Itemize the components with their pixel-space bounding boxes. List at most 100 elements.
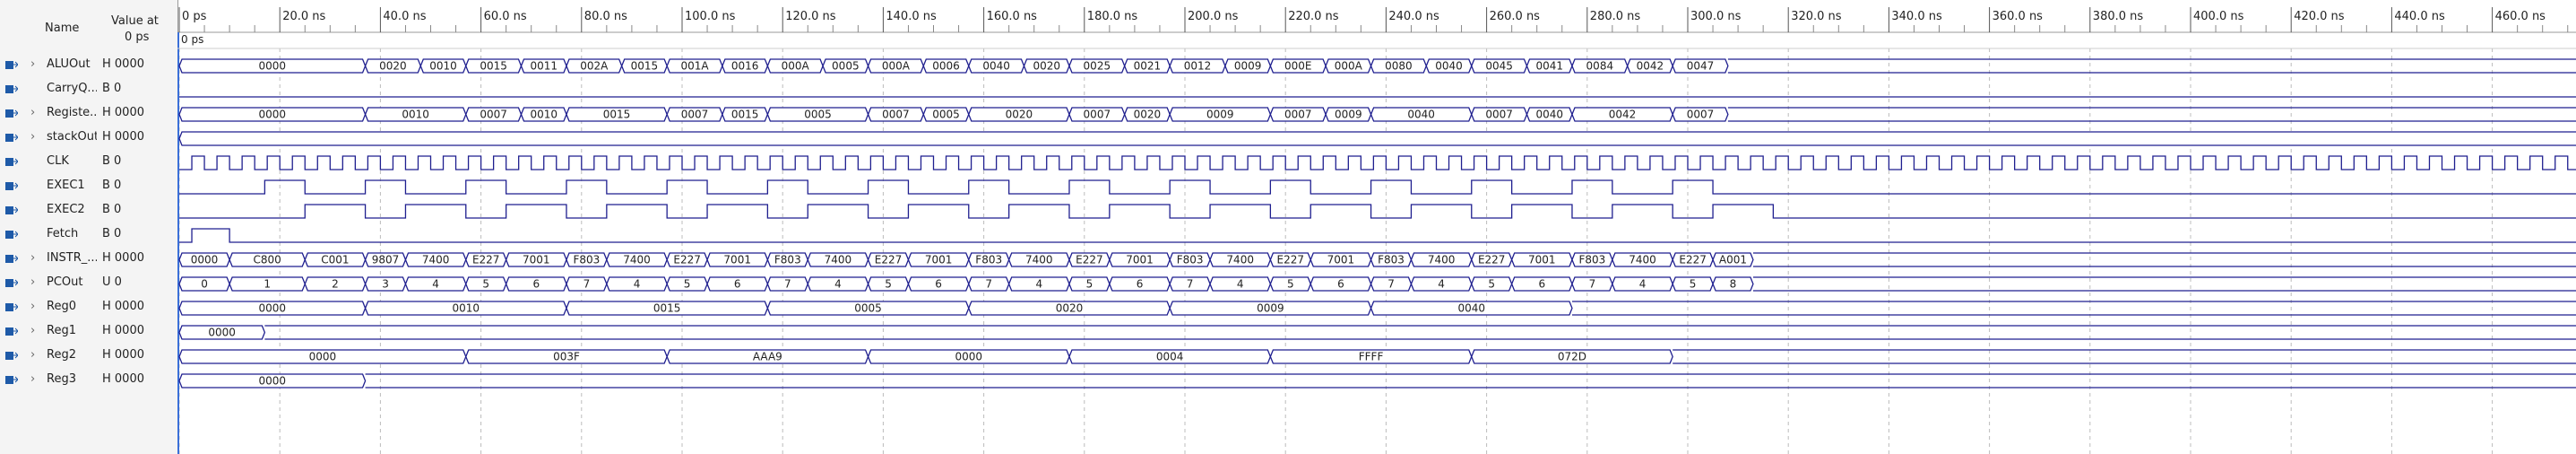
bus-value-label: 7 [985, 278, 992, 291]
expand-chevron-icon[interactable]: › [30, 57, 35, 71]
bus-value-label: 003F [553, 351, 580, 363]
bus-value-label: 0040 [1407, 109, 1435, 121]
signal-row[interactable]: › Reg1 H 0000 [0, 320, 177, 344]
waveform-exec1[interactable] [179, 179, 2576, 195]
bus-value-label: 0000 [259, 109, 287, 121]
bus-value-label: 0007 [681, 109, 709, 121]
bus-segment[interactable] [178, 131, 2576, 146]
signal-row[interactable]: Fetch B 0 [0, 223, 177, 247]
bus-value-label: F803 [774, 254, 801, 266]
signal-row[interactable]: › ALUOut H 0000 [0, 54, 177, 77]
waveform-canvas[interactable]: 0 ps 20.0 ns 40.0 ns 60.0 ns 80.0 ns 100.0 ns… [177, 0, 2576, 454]
bus-value-label: 0020 [379, 60, 407, 73]
waveform-instr[interactable]: 0000 C800 C001 9807 7400 E227 7001 F803 7400 E227… [178, 252, 2576, 267]
bus-value-label: 7400 [422, 254, 450, 266]
expand-chevron-icon[interactable]: › [30, 251, 35, 265]
bus-value-label: 0040 [982, 60, 1010, 73]
time-tick-label: 200.0 ns [1188, 10, 1239, 23]
waveform-area[interactable]: 0 ps 20.0 ns 40.0 ns 60.0 ns 80.0 ns 100.0 ns… [177, 0, 2576, 454]
value-at-column-header[interactable]: Value at [111, 14, 159, 28]
bus-value-label: 4 [634, 278, 641, 291]
waveform-fetch[interactable] [179, 228, 2576, 243]
time-tick-label: 60.0 ns [484, 10, 527, 23]
bus-value-label: 0011 [530, 60, 558, 73]
time-tick-label: 240.0 ns [1388, 10, 1439, 23]
waveform-reg3[interactable]: 0000 [178, 373, 2576, 389]
expand-chevron-icon[interactable]: › [30, 324, 35, 337]
signal-list-panel: Name Value at 0 ps › ALUOut H 0000 CarryQ..… [0, 0, 178, 454]
waveform-reg1[interactable]: 0000 [178, 325, 2576, 340]
bus-value-label: 5 [1488, 278, 1495, 291]
bus-value-label: 6 [532, 278, 540, 291]
signal-name: PCOut [47, 275, 83, 289]
signal-row[interactable]: › Registe... H 0000 [0, 102, 177, 126]
bus-value-label: 0009 [1257, 302, 1284, 315]
bus-value-label: 0009 [1206, 109, 1234, 121]
bus-value-label: 6 [734, 278, 741, 291]
bus-trailing [1571, 301, 2576, 316]
waveform-exec2[interactable] [179, 204, 2576, 219]
signal-row[interactable]: EXEC1 B 0 [0, 175, 177, 198]
signal-name: Reg2 [47, 348, 76, 362]
bus-value-label: 1 [264, 278, 271, 291]
bus-value-label: 0020 [1006, 109, 1033, 121]
time-tick-label: 440.0 ns [2394, 10, 2445, 23]
waveform-clk[interactable] [179, 155, 2576, 170]
bus-value-label: 0015 [480, 60, 507, 73]
signal-row[interactable]: › Reg0 H 0000 [0, 296, 177, 319]
bus-value-label: 2 [332, 278, 339, 291]
signal-row[interactable]: › stackOut H 0000 [0, 127, 177, 150]
bus-value-label: 0007 [1485, 109, 1513, 121]
signal-row[interactable]: › Reg2 H 0000 [0, 345, 177, 368]
waveform-stackout[interactable]: 0000 [178, 131, 2576, 146]
bus-value-label: 0015 [631, 60, 659, 73]
signal-row[interactable]: EXEC2 B 0 [0, 199, 177, 223]
bus-value-label: 7 [1589, 278, 1596, 291]
name-column-header[interactable]: Name [45, 22, 79, 35]
waveform-reg2[interactable]: 0000 003F AAA9 0000 0004 FFFF 072D [178, 349, 2576, 364]
bus-value-label: 7001 [1528, 254, 1556, 266]
waveform-registe[interactable]: 0000 0010 0007 0010 0015 0007 0015 0005 0007 0005… [178, 107, 2576, 122]
signal-name: CLK [47, 154, 69, 168]
waveform-aluout[interactable]: 0000 0020 0010 0015 0011 002A 0015 001A 0016 000A… [178, 58, 2576, 74]
time-tick-label: 280.0 ns [1590, 10, 1641, 23]
bus-value-label: 7 [784, 278, 791, 291]
bus-value-label: 002A [580, 60, 609, 73]
waveform-reg0[interactable]: 0000 0010 0015 0005 0020 0009 0040 [178, 301, 2576, 316]
signal-row[interactable]: CarryQ... B 0 [0, 78, 177, 101]
bus-value-label: 0025 [1084, 60, 1111, 73]
expand-chevron-icon[interactable]: › [30, 300, 35, 313]
signal-value: H 0000 [102, 300, 144, 313]
signal-value: B 0 [102, 154, 122, 168]
expand-chevron-icon[interactable]: › [30, 130, 35, 144]
signal-name: Fetch [47, 227, 79, 240]
expand-chevron-icon[interactable]: › [30, 348, 35, 362]
bus-signal-icon [5, 253, 19, 265]
bus-value-label: 0 [201, 278, 208, 291]
bus-signal-icon [5, 108, 19, 119]
signal-row[interactable]: › INSTR_... H 0000 [0, 248, 177, 271]
bus-value-label: F803 [1579, 254, 1606, 266]
expand-chevron-icon[interactable]: › [30, 275, 35, 289]
bus-value-label: 0009 [1335, 109, 1362, 121]
bus-value-label: 3 [382, 278, 389, 291]
bus-value-label: 7001 [1126, 254, 1154, 266]
bus-value-label: 7400 [623, 254, 651, 266]
signal-row[interactable]: › PCOut U 0 [0, 272, 177, 295]
signal-row[interactable]: › Reg3 H 0000 [0, 369, 177, 392]
signal-name: EXEC1 [47, 179, 85, 192]
bus-value-label: 0000 [309, 351, 337, 363]
wire-signal-icon [5, 180, 19, 192]
expand-chevron-icon[interactable]: › [30, 106, 35, 119]
signal-value: B 0 [102, 82, 122, 95]
waveform-pcout[interactable]: 0 1 2 3 4 5 6 7 4 5 6 7 4 5 6 7 4 5 6 7 4 5 6 7 4 5 6 7 4 5 8 [178, 276, 2576, 292]
time-tick-label: 180.0 ns [1087, 10, 1138, 23]
expand-chevron-icon[interactable]: › [30, 372, 35, 386]
bus-value-label: F803 [1177, 254, 1204, 266]
bus-value-label: 0041 [1535, 60, 1563, 73]
signal-row[interactable]: CLK B 0 [0, 151, 177, 174]
bus-value-label: 5 [885, 278, 892, 291]
bus-value-label: 0010 [402, 109, 429, 121]
signal-name: Registe... [47, 106, 97, 119]
bus-trailing [365, 373, 2576, 389]
